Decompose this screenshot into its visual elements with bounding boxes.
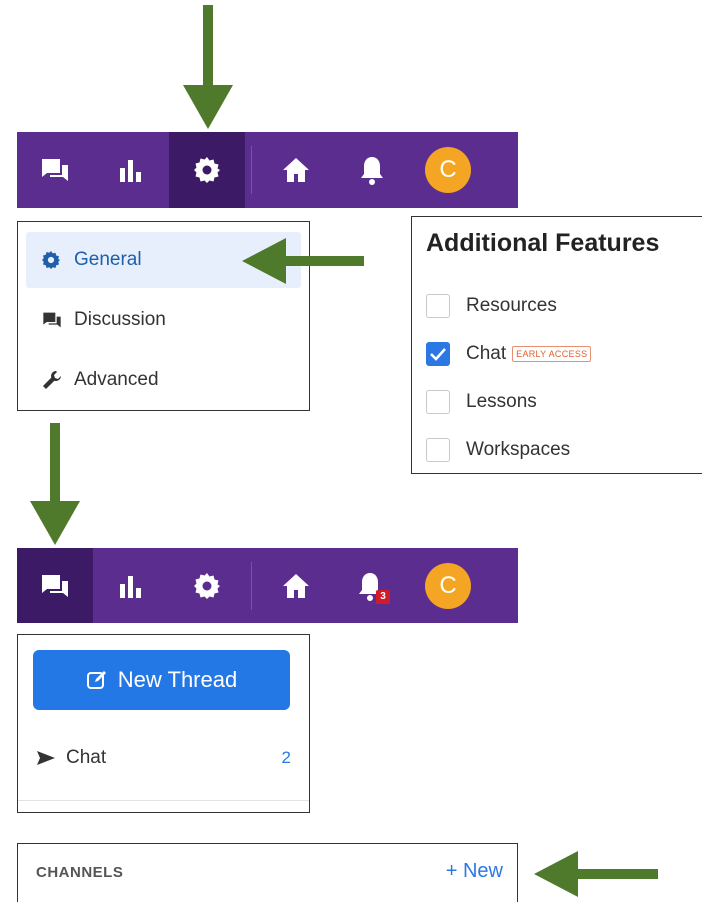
edit-icon (86, 671, 106, 689)
nav-notifications-button[interactable] (334, 132, 410, 208)
home-icon (283, 158, 309, 182)
channels-header: CHANNELS + New (17, 843, 518, 902)
lessons-checkbox[interactable] (426, 390, 450, 414)
chat-label: Chat (66, 747, 107, 768)
nav-notifications-button[interactable]: 3 (334, 548, 410, 623)
annotation-arrow-left-2 (534, 851, 658, 897)
nav-avatar-button[interactable]: C (410, 132, 486, 208)
avatar: C (425, 147, 471, 193)
discussion-icon (42, 159, 68, 181)
nav-home-button[interactable] (258, 132, 334, 208)
notification-count-badge: 3 (376, 589, 390, 604)
nav-analytics-button[interactable] (93, 132, 169, 208)
chat-panel: New Thread Chat 2 (17, 634, 310, 813)
resources-checkbox[interactable] (426, 294, 450, 318)
gear-icon (194, 157, 220, 183)
additional-features-title: Additional Features (426, 229, 660, 257)
home-icon (283, 573, 309, 598)
send-icon (37, 751, 55, 765)
new-channel-button[interactable]: + New (446, 860, 503, 883)
wrench-icon (42, 370, 64, 390)
nav-settings-button[interactable] (169, 132, 245, 208)
analytics-icon (120, 160, 141, 182)
nav-discussion-button[interactable] (17, 548, 93, 623)
nav-separator (251, 146, 252, 194)
settings-menu-item-label: General (74, 249, 142, 270)
chat-checkbox[interactable] (426, 342, 450, 366)
feature-chat[interactable]: Chat EARLY ACCESS (426, 330, 691, 378)
avatar: C (425, 562, 471, 609)
top-navbar: C (17, 132, 518, 208)
feature-label: Lessons (466, 391, 537, 412)
nav-avatar-button[interactable]: C (410, 548, 486, 623)
divider (18, 800, 309, 801)
nav-settings-button[interactable] (169, 548, 245, 623)
settings-menu-item-label: Discussion (74, 309, 166, 330)
discussion-icon (42, 311, 64, 329)
annotation-arrow-down-2 (30, 423, 80, 547)
feature-lessons[interactable]: Lessons (426, 378, 691, 426)
additional-features-panel: Additional Features Resources Chat EARLY… (411, 216, 702, 474)
settings-menu-item-discussion[interactable]: Discussion (26, 292, 301, 348)
nav-analytics-button[interactable] (93, 548, 169, 623)
chat-channel-row[interactable]: Chat 2 (36, 747, 291, 769)
channels-label: CHANNELS (36, 864, 124, 881)
new-thread-button[interactable]: New Thread (33, 650, 290, 710)
feature-label: Chat (466, 343, 507, 364)
nav-separator (251, 561, 252, 610)
checkmark-icon (430, 348, 446, 361)
bell-icon (361, 157, 383, 185)
settings-menu-item-advanced[interactable]: Advanced (26, 352, 301, 408)
new-thread-label: New Thread (117, 667, 238, 692)
bell-wrap: 3 (358, 571, 390, 604)
settings-menu-item-label: Advanced (74, 369, 159, 390)
gear-icon (42, 251, 64, 269)
analytics-icon (120, 575, 141, 598)
annotation-arrow-down-1 (183, 5, 233, 131)
feature-label: Workspaces (466, 439, 571, 460)
workspaces-checkbox[interactable] (426, 438, 450, 462)
annotation-arrow-left-1 (242, 238, 364, 284)
feature-resources[interactable]: Resources (426, 282, 691, 330)
bottom-navbar: 3 C (17, 548, 518, 623)
nav-discussion-button[interactable] (17, 132, 93, 208)
discussion-icon (42, 574, 68, 597)
early-access-badge: EARLY ACCESS (512, 346, 592, 362)
nav-home-button[interactable] (258, 548, 334, 623)
feature-workspaces[interactable]: Workspaces (426, 426, 691, 474)
feature-label: Resources (466, 295, 557, 316)
gear-icon (194, 572, 220, 599)
chat-count: 2 (281, 748, 291, 767)
